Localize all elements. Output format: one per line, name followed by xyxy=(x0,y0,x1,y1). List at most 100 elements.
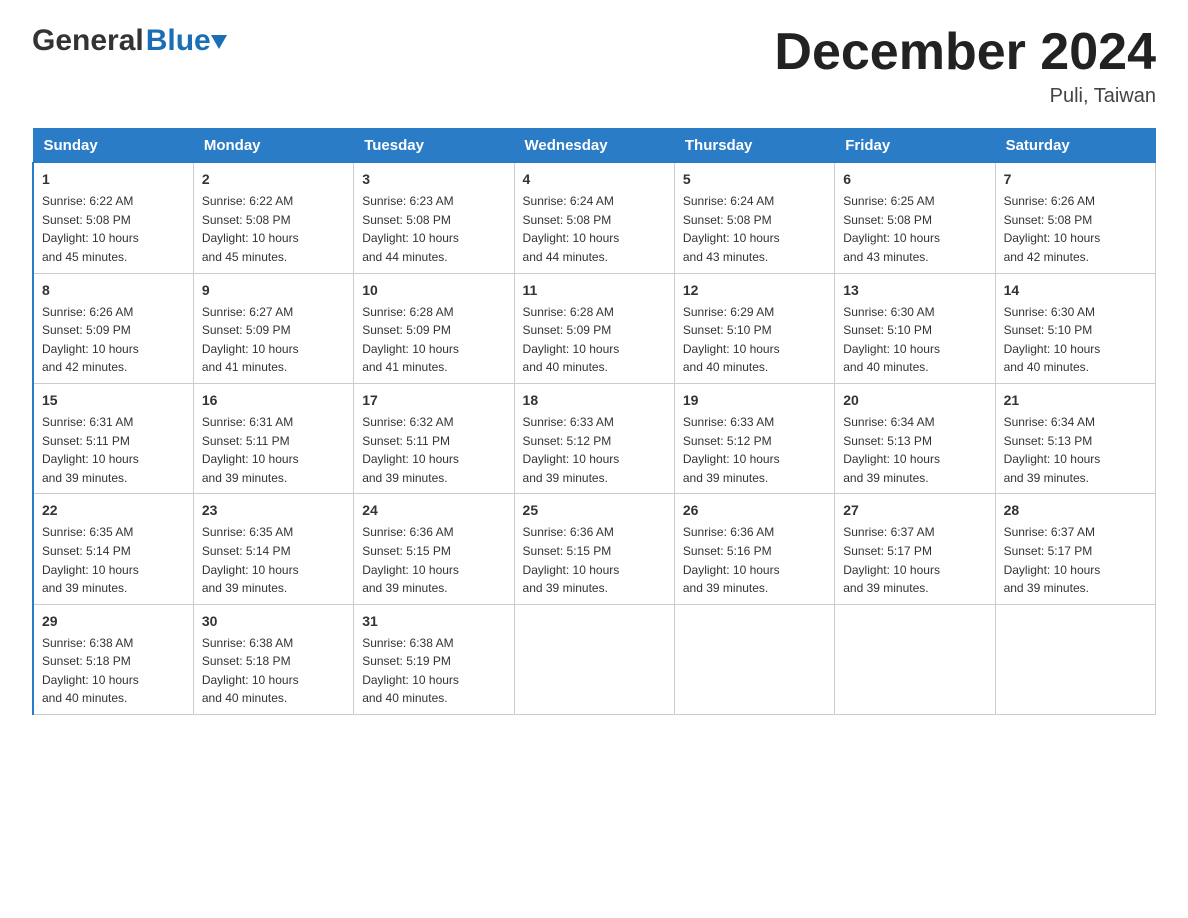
table-row: 12Sunrise: 6:29 AMSunset: 5:10 PMDayligh… xyxy=(674,273,834,383)
logo-blue-text: Blue xyxy=(146,24,211,58)
logo-general-text: General xyxy=(32,24,144,58)
day-info: Sunrise: 6:38 AMSunset: 5:18 PMDaylight:… xyxy=(202,634,345,708)
day-number: 23 xyxy=(202,500,345,521)
day-number: 6 xyxy=(843,169,986,190)
day-number: 5 xyxy=(683,169,826,190)
day-number: 29 xyxy=(42,611,185,632)
calendar-title: December 2024 Puli, Taiwan xyxy=(774,24,1156,108)
day-info: Sunrise: 6:38 AMSunset: 5:18 PMDaylight:… xyxy=(42,634,185,708)
table-row: 16Sunrise: 6:31 AMSunset: 5:11 PMDayligh… xyxy=(193,383,353,493)
col-tuesday: Tuesday xyxy=(354,129,514,163)
table-row: 11Sunrise: 6:28 AMSunset: 5:09 PMDayligh… xyxy=(514,273,674,383)
day-info: Sunrise: 6:28 AMSunset: 5:09 PMDaylight:… xyxy=(362,303,505,377)
table-row: 7Sunrise: 6:26 AMSunset: 5:08 PMDaylight… xyxy=(995,163,1155,273)
day-info: Sunrise: 6:27 AMSunset: 5:09 PMDaylight:… xyxy=(202,303,345,377)
day-info: Sunrise: 6:31 AMSunset: 5:11 PMDaylight:… xyxy=(202,413,345,487)
day-number: 28 xyxy=(1004,500,1147,521)
day-number: 13 xyxy=(843,280,986,301)
col-sunday: Sunday xyxy=(33,129,193,163)
day-number: 30 xyxy=(202,611,345,632)
day-number: 12 xyxy=(683,280,826,301)
table-row: 8Sunrise: 6:26 AMSunset: 5:09 PMDaylight… xyxy=(33,273,193,383)
calendar-week-row: 29Sunrise: 6:38 AMSunset: 5:18 PMDayligh… xyxy=(33,604,1156,714)
day-info: Sunrise: 6:24 AMSunset: 5:08 PMDaylight:… xyxy=(523,192,666,266)
table-row xyxy=(995,604,1155,714)
table-row: 1Sunrise: 6:22 AMSunset: 5:08 PMDaylight… xyxy=(33,163,193,273)
location-label: Puli, Taiwan xyxy=(774,85,1156,108)
day-info: Sunrise: 6:30 AMSunset: 5:10 PMDaylight:… xyxy=(1004,303,1147,377)
table-row: 17Sunrise: 6:32 AMSunset: 5:11 PMDayligh… xyxy=(354,383,514,493)
table-row: 26Sunrise: 6:36 AMSunset: 5:16 PMDayligh… xyxy=(674,494,834,604)
col-saturday: Saturday xyxy=(995,129,1155,163)
table-row: 6Sunrise: 6:25 AMSunset: 5:08 PMDaylight… xyxy=(835,163,995,273)
day-number: 14 xyxy=(1004,280,1147,301)
day-info: Sunrise: 6:25 AMSunset: 5:08 PMDaylight:… xyxy=(843,192,986,266)
table-row: 18Sunrise: 6:33 AMSunset: 5:12 PMDayligh… xyxy=(514,383,674,493)
table-row: 5Sunrise: 6:24 AMSunset: 5:08 PMDaylight… xyxy=(674,163,834,273)
table-row: 19Sunrise: 6:33 AMSunset: 5:12 PMDayligh… xyxy=(674,383,834,493)
calendar-week-row: 15Sunrise: 6:31 AMSunset: 5:11 PMDayligh… xyxy=(33,383,1156,493)
day-number: 2 xyxy=(202,169,345,190)
day-info: Sunrise: 6:24 AMSunset: 5:08 PMDaylight:… xyxy=(683,192,826,266)
calendar-header-row: Sunday Monday Tuesday Wednesday Thursday… xyxy=(33,129,1156,163)
day-info: Sunrise: 6:36 AMSunset: 5:16 PMDaylight:… xyxy=(683,523,826,597)
table-row: 4Sunrise: 6:24 AMSunset: 5:08 PMDaylight… xyxy=(514,163,674,273)
day-number: 27 xyxy=(843,500,986,521)
table-row: 3Sunrise: 6:23 AMSunset: 5:08 PMDaylight… xyxy=(354,163,514,273)
day-number: 20 xyxy=(843,390,986,411)
day-number: 26 xyxy=(683,500,826,521)
day-number: 22 xyxy=(42,500,185,521)
table-row: 10Sunrise: 6:28 AMSunset: 5:09 PMDayligh… xyxy=(354,273,514,383)
table-row: 31Sunrise: 6:38 AMSunset: 5:19 PMDayligh… xyxy=(354,604,514,714)
calendar-table: Sunday Monday Tuesday Wednesday Thursday… xyxy=(32,128,1156,715)
table-row: 27Sunrise: 6:37 AMSunset: 5:17 PMDayligh… xyxy=(835,494,995,604)
table-row: 9Sunrise: 6:27 AMSunset: 5:09 PMDaylight… xyxy=(193,273,353,383)
page-header: General Blue December 2024 Puli, Taiwan xyxy=(32,24,1156,108)
table-row: 13Sunrise: 6:30 AMSunset: 5:10 PMDayligh… xyxy=(835,273,995,383)
table-row: 28Sunrise: 6:37 AMSunset: 5:17 PMDayligh… xyxy=(995,494,1155,604)
table-row: 22Sunrise: 6:35 AMSunset: 5:14 PMDayligh… xyxy=(33,494,193,604)
day-info: Sunrise: 6:22 AMSunset: 5:08 PMDaylight:… xyxy=(42,192,185,266)
col-wednesday: Wednesday xyxy=(514,129,674,163)
day-info: Sunrise: 6:34 AMSunset: 5:13 PMDaylight:… xyxy=(843,413,986,487)
day-number: 17 xyxy=(362,390,505,411)
table-row: 2Sunrise: 6:22 AMSunset: 5:08 PMDaylight… xyxy=(193,163,353,273)
day-info: Sunrise: 6:22 AMSunset: 5:08 PMDaylight:… xyxy=(202,192,345,266)
day-number: 3 xyxy=(362,169,505,190)
day-info: Sunrise: 6:31 AMSunset: 5:11 PMDaylight:… xyxy=(42,413,185,487)
logo: General Blue xyxy=(32,24,231,58)
day-number: 24 xyxy=(362,500,505,521)
day-number: 4 xyxy=(523,169,666,190)
logo-arrow-icon xyxy=(209,31,231,53)
day-info: Sunrise: 6:36 AMSunset: 5:15 PMDaylight:… xyxy=(362,523,505,597)
day-info: Sunrise: 6:29 AMSunset: 5:10 PMDaylight:… xyxy=(683,303,826,377)
day-number: 31 xyxy=(362,611,505,632)
day-number: 9 xyxy=(202,280,345,301)
day-info: Sunrise: 6:37 AMSunset: 5:17 PMDaylight:… xyxy=(1004,523,1147,597)
table-row: 20Sunrise: 6:34 AMSunset: 5:13 PMDayligh… xyxy=(835,383,995,493)
calendar-week-row: 1Sunrise: 6:22 AMSunset: 5:08 PMDaylight… xyxy=(33,163,1156,273)
day-number: 21 xyxy=(1004,390,1147,411)
day-number: 1 xyxy=(42,169,185,190)
day-number: 8 xyxy=(42,280,185,301)
table-row: 14Sunrise: 6:30 AMSunset: 5:10 PMDayligh… xyxy=(995,273,1155,383)
table-row xyxy=(514,604,674,714)
day-info: Sunrise: 6:35 AMSunset: 5:14 PMDaylight:… xyxy=(202,523,345,597)
table-row: 21Sunrise: 6:34 AMSunset: 5:13 PMDayligh… xyxy=(995,383,1155,493)
table-row xyxy=(674,604,834,714)
day-number: 15 xyxy=(42,390,185,411)
day-number: 16 xyxy=(202,390,345,411)
calendar-week-row: 22 Sunrise: 6:35 AMSunset: 5:14 PMDayligh… xyxy=(33,494,1156,604)
table-row: 25Sunrise: 6:36 AMSunset: 5:15 PMDayligh… xyxy=(514,494,674,604)
day-number: 18 xyxy=(523,390,666,411)
month-year-label: December 2024 xyxy=(774,24,1156,81)
col-thursday: Thursday xyxy=(674,129,834,163)
day-info: Sunrise: 6:28 AMSunset: 5:09 PMDaylight:… xyxy=(523,303,666,377)
table-row: 15Sunrise: 6:31 AMSunset: 5:11 PMDayligh… xyxy=(33,383,193,493)
day-info: Sunrise: 6:32 AMSunset: 5:11 PMDaylight:… xyxy=(362,413,505,487)
day-info: Sunrise: 6:34 AMSunset: 5:13 PMDaylight:… xyxy=(1004,413,1147,487)
col-friday: Friday xyxy=(835,129,995,163)
day-info: Sunrise: 6:23 AMSunset: 5:08 PMDaylight:… xyxy=(362,192,505,266)
day-info: Sunrise: 6:26 AMSunset: 5:08 PMDaylight:… xyxy=(1004,192,1147,266)
day-info: Sunrise: 6:26 AMSunset: 5:09 PMDaylight:… xyxy=(42,303,185,377)
